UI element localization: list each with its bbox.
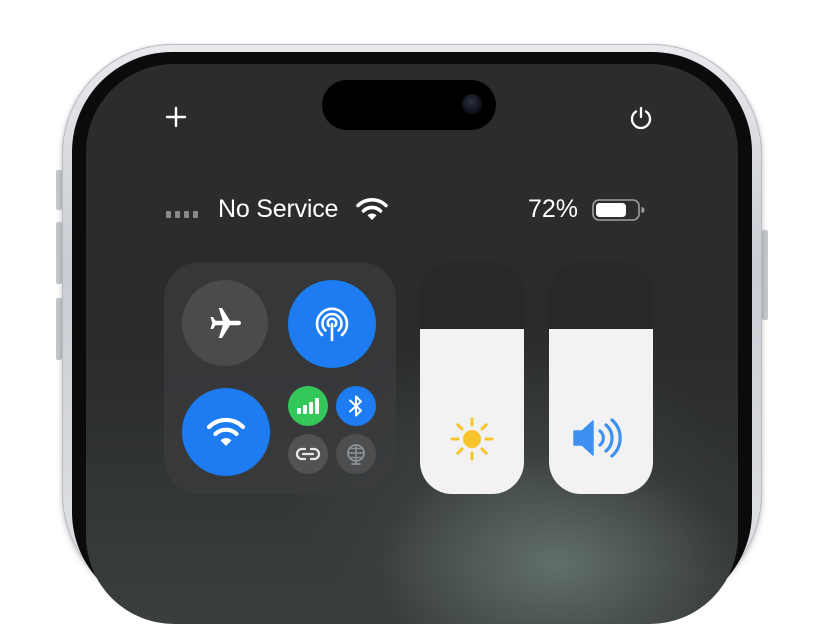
cellular-data-button[interactable] [288, 386, 328, 426]
cellular-icon [297, 398, 319, 414]
bluetooth-icon [349, 395, 362, 417]
airplane-icon [210, 308, 241, 338]
status-bar: No Service 72% [166, 192, 646, 226]
vpn-button[interactable] [336, 434, 376, 474]
power-icon[interactable] [628, 105, 652, 130]
airdrop-icon [315, 307, 349, 342]
battery-percentage: 72% [528, 195, 579, 223]
dynamic-island [322, 80, 496, 130]
wifi-status-icon [356, 196, 388, 222]
cellular-signal-icon [166, 211, 198, 218]
airdrop-button[interactable] [288, 280, 376, 368]
carrier-label: No Service [218, 195, 339, 223]
front-camera [462, 94, 482, 114]
side-power-button[interactable] [762, 230, 768, 320]
brightness-slider[interactable] [420, 262, 524, 494]
control-center: No Service 72% [86, 64, 738, 624]
wifi-button[interactable] [182, 388, 270, 476]
plus-icon[interactable] [164, 105, 188, 129]
sun-icon [448, 415, 496, 468]
globe-icon [347, 444, 365, 465]
personal-hotspot-button[interactable] [288, 434, 328, 474]
link-icon [295, 447, 321, 461]
bluetooth-button[interactable] [336, 386, 376, 426]
connectivity-module [164, 262, 396, 494]
brightness-slider-fill [420, 329, 524, 494]
airplane-mode-button[interactable] [182, 280, 268, 366]
battery-icon [592, 198, 646, 222]
wifi-icon [206, 417, 246, 446]
speaker-icon [571, 417, 631, 464]
volume-slider[interactable] [549, 262, 653, 494]
volume-slider-fill [549, 329, 653, 494]
